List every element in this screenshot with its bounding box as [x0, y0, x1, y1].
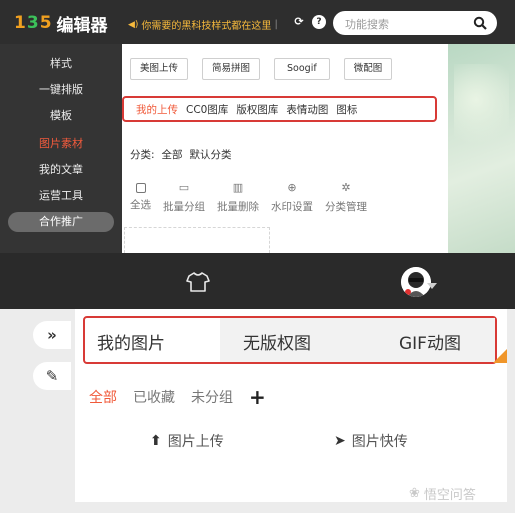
sidebar-item-style[interactable]: 样式 [8, 54, 114, 74]
batch-group-button[interactable]: ▭ 批量分组 [163, 181, 205, 214]
help-icon[interactable]: ? [312, 15, 326, 29]
tab-copyright[interactable]: 版权图库 [236, 102, 278, 117]
logo-name: 编辑器 [56, 15, 108, 36]
select-all-button[interactable]: 全选 [130, 181, 151, 214]
watermark-settings-label: 水印设置 [271, 201, 313, 213]
watermark-logo-icon: ❀ [409, 486, 420, 501]
notice-link[interactable]: ◀) 你需要的黑科技样式都在这里 | [128, 17, 278, 32]
refresh-icon[interactable]: ⟳ [292, 15, 306, 29]
sidebar-item-tools[interactable]: 运营工具 [8, 186, 114, 206]
trash-icon: ▥ [232, 181, 244, 194]
category-label: 分类: [130, 149, 155, 161]
search-icon[interactable] [473, 16, 487, 30]
image-upload-label: 图片上传 [167, 434, 224, 450]
batch-group-label: 批量分组 [163, 201, 205, 213]
tab-free-images[interactable]: 无版权图 [243, 329, 311, 354]
category-filter: 分类: 全部 默认分类 [130, 147, 232, 162]
add-group-button[interactable]: + [249, 387, 266, 407]
collage-button[interactable]: 简易拼图 [202, 58, 261, 80]
quick-upload-label: 图片快传 [351, 434, 408, 450]
filter-favorites[interactable]: 已收藏 [133, 387, 175, 407]
quick-upload-button[interactable]: ➤ 图片快传 [334, 431, 408, 451]
image-upload-button[interactable]: ⬆ 图片上传 [150, 431, 224, 451]
watermark-settings-button[interactable]: ⊕ 水印设置 [271, 181, 313, 214]
tab-icons[interactable]: 图标 [336, 102, 357, 117]
batch-delete-button[interactable]: ▥ 批量删除 [217, 181, 259, 214]
upload-dropzone[interactable] [124, 227, 270, 253]
dark-header [0, 253, 515, 309]
chevron-down-icon[interactable] [427, 283, 437, 289]
avatar[interactable] [401, 267, 431, 297]
send-icon: ➤ [334, 433, 346, 449]
batch-tools: 全选 ▭ 批量分组 ▥ 批量删除 ⊕ 水印设置 ✲ 分类管理 [130, 181, 379, 214]
category-manage-button[interactable]: ✲ 分类管理 [325, 181, 367, 214]
watermark: ❀ 悟空问答 [409, 484, 476, 503]
edit-button[interactable]: ✎ [33, 362, 71, 390]
sidebar-item-partner[interactable]: 合作推广 [8, 212, 114, 232]
sidebar: 样式 一键排版 模板 图片素材 我的文章 运营工具 合作推广 [0, 44, 122, 253]
sidebar-item-images[interactable]: 图片素材 [8, 134, 114, 154]
notice-text: 你需要的黑科技样式都在这里 [141, 21, 272, 32]
images-content: 我的图片 无版权图 GIF动图 全部 已收藏 未分组 + ⬆ 图片上传 ➤ 图片… [75, 309, 507, 502]
logo-mark: 135 [14, 13, 53, 33]
image-source-tabs: 我的上传 CC0图库 版权图库 表情动图 图标 [122, 96, 437, 122]
tab-my-images[interactable]: 我的图片 [97, 329, 165, 354]
editor-window: 135 编辑器 ◀) 你需要的黑科技样式都在这里 | ⟳ ? 功能搜索 样式 一… [0, 0, 515, 253]
tshirt-icon[interactable] [186, 271, 210, 293]
image-tabs: 我的图片 无版权图 GIF动图 [83, 316, 497, 364]
meitu-upload-button[interactable]: 美图上传 [130, 58, 189, 80]
gear-icon: ✲ [341, 181, 351, 194]
logo[interactable]: 135 编辑器 [14, 12, 108, 36]
tab-gif[interactable]: GIF动图 [399, 329, 461, 354]
tab-cc0[interactable]: CC0图库 [186, 102, 228, 117]
category-manage-label: 分类管理 [325, 201, 367, 213]
watermark-text: 悟空问答 [423, 488, 476, 503]
checkbox-icon[interactable] [135, 183, 146, 193]
images-window: » ✎ 我的图片 无版权图 GIF动图 全部 已收藏 未分组 + ⬆ 图片上传 … [0, 253, 515, 513]
sidebar-item-template[interactable]: 模板 [8, 106, 114, 126]
upload-icon: ⬆ [150, 433, 162, 449]
select-all-label: 全选 [130, 199, 151, 211]
tab-emoji[interactable]: 表情动图 [286, 102, 328, 117]
preview-artwork [448, 44, 515, 253]
watermark-icon: ⊕ [287, 181, 297, 194]
collapse-button[interactable]: » [33, 321, 71, 349]
category-default[interactable]: 默认分类 [190, 147, 232, 162]
weipeitu-button[interactable]: 微配图 [343, 58, 393, 80]
folder-icon: ▭ [178, 181, 190, 194]
search-box[interactable]: 功能搜索 [333, 11, 497, 35]
tab-my-uploads[interactable]: 我的上传 [136, 102, 178, 117]
category-all[interactable]: 全部 [162, 147, 183, 162]
soogif-button[interactable]: Soogif [274, 58, 330, 80]
speaker-icon: ◀) [128, 19, 139, 30]
image-panel: 美图上传 简易拼图 Soogif 微配图 我的上传 CC0图库 版权图库 表情动… [122, 44, 448, 253]
search-input[interactable]: 功能搜索 [345, 16, 389, 32]
batch-delete-label: 批量删除 [217, 201, 259, 213]
sidebar-item-articles[interactable]: 我的文章 [8, 160, 114, 180]
sidebar-item-onekey[interactable]: 一键排版 [8, 80, 114, 100]
top-bar: 135 编辑器 ◀) 你需要的黑科技样式都在这里 | ⟳ ? 功能搜索 [0, 0, 515, 44]
filter-ungrouped[interactable]: 未分组 [191, 387, 233, 407]
image-filters: 全部 已收藏 未分组 + [89, 387, 266, 407]
corner-marker [493, 349, 507, 363]
filter-all[interactable]: 全部 [89, 387, 117, 407]
